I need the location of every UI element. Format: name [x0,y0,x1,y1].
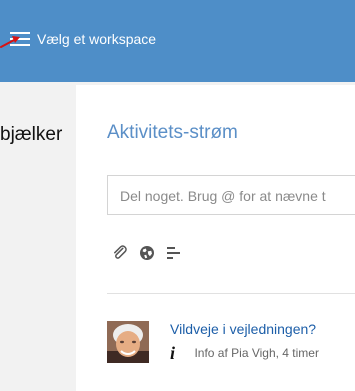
text-align-icon[interactable] [166,245,182,261]
app-window: Vælg et workspace bjælker Aktivitets-str… [0,0,355,391]
info-icon: i [170,342,176,363]
globe-icon[interactable] [139,245,155,261]
share-placeholder: Del noget. Brug @ for at nævne t [120,188,326,204]
stream-title: Aktivitets-strøm [107,122,238,143]
annotation-label: bjælker [0,124,63,145]
top-bar: Vælg et workspace [0,0,355,82]
post-meta: i Info af Pia Vigh, 4 timer [170,344,319,362]
stream-divider [107,293,355,294]
avatar[interactable] [107,321,149,363]
post-title-link[interactable]: Vildveje i vejledningen? [170,321,316,337]
share-input[interactable]: Del noget. Brug @ for at nævne t [107,175,355,215]
workspace-selector[interactable]: Vælg et workspace [37,31,156,47]
post-meta-text: Info af Pia Vigh, 4 timer [194,345,319,360]
attachment-icon[interactable] [112,245,128,261]
annotation-arrow-icon [0,34,24,50]
